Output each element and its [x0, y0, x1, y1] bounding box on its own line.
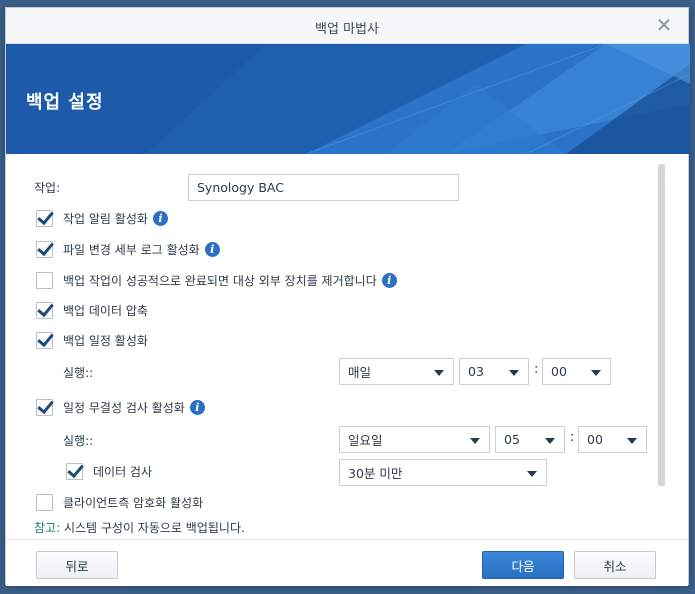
change-log-checkbox[interactable]	[36, 241, 53, 258]
footer-bar: 뒤로 다음 취소	[6, 539, 688, 586]
integrity-run-label: 실행::	[63, 434, 94, 448]
eject-device-checkbox[interactable]	[36, 272, 53, 289]
task-name-input[interactable]: Synology BAC	[188, 174, 459, 201]
time-separator: :	[534, 362, 539, 377]
option-schedule[interactable]: 백업 일정 활성화	[36, 332, 148, 349]
chevron-down-icon	[527, 471, 537, 477]
notify-checkbox[interactable]	[36, 210, 53, 227]
note-text: 참고: 시스템 구성이 자동으로 백업됩니다.	[34, 521, 245, 535]
back-button[interactable]: 뒤로	[36, 551, 118, 579]
schedule-checkbox[interactable]	[36, 332, 53, 349]
option-eject-device[interactable]: 백업 작업이 성공적으로 완료되면 대상 외부 장치를 제거합니다 i	[36, 272, 397, 289]
integrity-checkbox[interactable]	[36, 399, 53, 416]
option-client-encryption[interactable]: 클라이언트측 암호화 활성화	[36, 494, 203, 511]
schedule-minute-select[interactable]: 00	[542, 358, 611, 385]
cancel-button[interactable]: 취소	[574, 551, 656, 579]
client-encryption-checkbox[interactable]	[36, 494, 53, 511]
integrity-minute-select[interactable]: 00	[578, 426, 647, 453]
option-integrity[interactable]: 일정 무결성 검사 활성화 i	[36, 399, 205, 416]
option-change-log[interactable]: 파일 변경 세부 로그 활성화 i	[36, 241, 220, 258]
info-icon[interactable]: i	[204, 242, 220, 257]
chevron-down-icon	[470, 438, 480, 444]
scrollbar[interactable]	[658, 164, 665, 486]
option-data-check[interactable]: 데이터 검사	[66, 463, 152, 480]
window-title: 백업 마법사	[315, 22, 379, 37]
next-button[interactable]: 다음	[482, 551, 564, 579]
title-bar: 백업 마법사 ✕	[6, 8, 688, 44]
chevron-down-icon	[545, 438, 555, 444]
close-icon[interactable]: ✕	[654, 15, 674, 35]
schedule-frequency-select[interactable]: 매일	[339, 358, 454, 385]
settings-panel: 작업: Synology BAC 작업 알림 활성화 i 파일 변경 세부 로그…	[6, 154, 690, 539]
backup-wizard-dialog: 백업 마법사 ✕ 백업 설정 작업: Synology BAC 작업 알림 활성…	[5, 7, 690, 586]
banner-background	[6, 44, 690, 154]
page-title: 백업 설정	[26, 92, 104, 113]
info-icon[interactable]: i	[189, 400, 205, 415]
compress-checkbox[interactable]	[36, 302, 53, 319]
header-banner: 백업 설정	[6, 44, 690, 154]
chevron-down-icon	[509, 370, 519, 376]
chevron-down-icon	[591, 370, 601, 376]
chevron-down-icon	[434, 370, 444, 376]
integrity-hour-select[interactable]: 05	[495, 426, 565, 453]
task-name-label: 작업:	[34, 181, 61, 195]
time-separator: :	[570, 430, 575, 445]
chevron-down-icon	[627, 438, 637, 444]
integrity-day-select[interactable]: 일요일	[339, 426, 490, 453]
data-check-checkbox[interactable]	[66, 463, 83, 480]
data-check-duration-select[interactable]: 30분 미만	[339, 459, 547, 486]
option-compress[interactable]: 백업 데이터 압축	[36, 302, 148, 319]
schedule-run-label: 실행::	[63, 366, 94, 380]
option-notify[interactable]: 작업 알림 활성화 i	[36, 210, 168, 227]
schedule-hour-select[interactable]: 03	[459, 358, 529, 385]
info-icon[interactable]: i	[381, 273, 397, 288]
info-icon[interactable]: i	[152, 211, 168, 226]
